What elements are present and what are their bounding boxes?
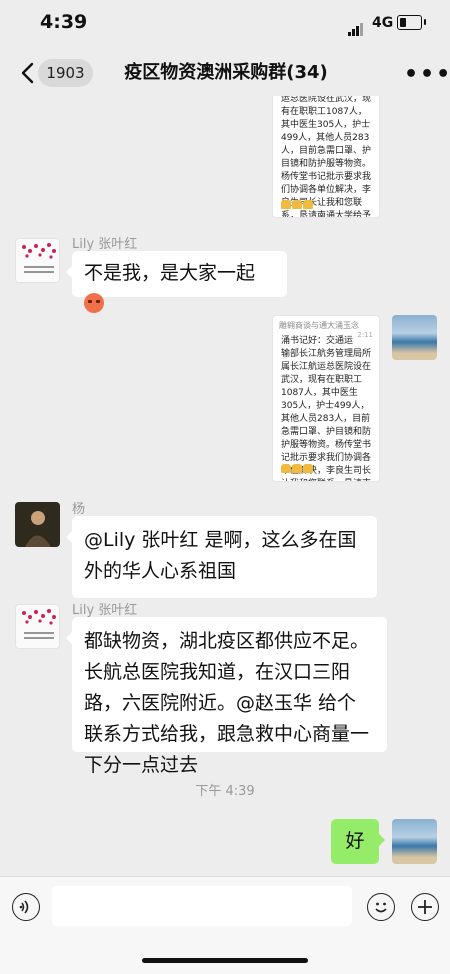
message-text: @Lily 张叶红 是啊，这么多在国外的华人心系祖国 xyxy=(84,529,357,582)
signal-icon xyxy=(348,17,364,36)
emoji-icon[interactable] xyxy=(367,893,395,921)
plus-icon[interactable] xyxy=(411,893,439,921)
message-text: 好 xyxy=(345,830,365,852)
chat-area[interactable]: 运总医院设在武汉，现有在职职工1087人，其中医生305人，护士499人，其他人… xyxy=(0,96,450,876)
nav-bar: 1903 疫区物资澳洲采购群(34) ••• xyxy=(0,50,450,96)
avatar-yang[interactable] xyxy=(15,502,60,547)
message-text: 不是我，是大家一起 xyxy=(84,262,256,284)
message-text: 都缺物资，湖北疫区都供应不足。长航总医院我知道，在汉口三阳路，六医院附近。@赵玉… xyxy=(84,630,370,776)
message-bubble-lily-1[interactable]: 不是我，是大家一起 xyxy=(66,251,287,313)
image-header-time: 2:11 xyxy=(357,331,373,339)
message-bubble-self[interactable]: 好 xyxy=(331,819,385,864)
flushed-face-emoji-icon xyxy=(84,293,104,313)
battery-level xyxy=(400,18,406,27)
network-label: 4G xyxy=(372,15,394,31)
sender-name-lily: Lily 张叶红 xyxy=(72,237,138,252)
image-message[interactable]: 雕翱商谈与通大涌玉念 2:11 涌书记好：交通运输部长江航务管理局所属长江航运总医… xyxy=(272,315,380,482)
clock: 4:39 xyxy=(40,11,88,33)
more-icon[interactable]: ••• xyxy=(404,62,450,87)
unread-count-badge[interactable]: 1903 xyxy=(38,59,93,87)
status-bar: 4:39 4G xyxy=(0,0,450,50)
image-message-partial[interactable]: 运总医院设在武汉，现有在职职工1087人，其中医生305人，护士499人，其他人… xyxy=(272,96,380,218)
voice-icon[interactable] xyxy=(12,893,40,921)
message-bubble-yang[interactable]: @Lily 张叶红 是啊，这么多在国外的华人心系祖国 xyxy=(66,516,377,598)
home-indicator xyxy=(142,958,308,963)
image-header-name: 雕翱商谈与通大涌玉念 xyxy=(279,321,359,330)
chat-title: 疫区物资澳洲采购群(34) xyxy=(124,62,328,83)
message-bubble-lily-2[interactable]: 都缺物资，湖北疫区都供应不足。长航总医院我知道，在汉口三阳路，六医院附近。@赵玉… xyxy=(66,617,387,776)
avatar-self[interactable] xyxy=(392,315,437,360)
avatar-self[interactable] xyxy=(392,819,437,864)
sender-name-lily: Lily 张叶红 xyxy=(72,603,138,618)
battery-icon xyxy=(397,15,426,30)
folded-hands-icon xyxy=(281,194,314,213)
timestamp: 下午 4:39 xyxy=(195,784,255,799)
sender-name-yang: 杨 xyxy=(72,502,86,517)
avatar-lily[interactable] xyxy=(15,604,60,649)
message-input[interactable] xyxy=(52,886,352,926)
folded-hands-icon xyxy=(281,458,314,477)
avatar-lily[interactable] xyxy=(15,238,60,283)
